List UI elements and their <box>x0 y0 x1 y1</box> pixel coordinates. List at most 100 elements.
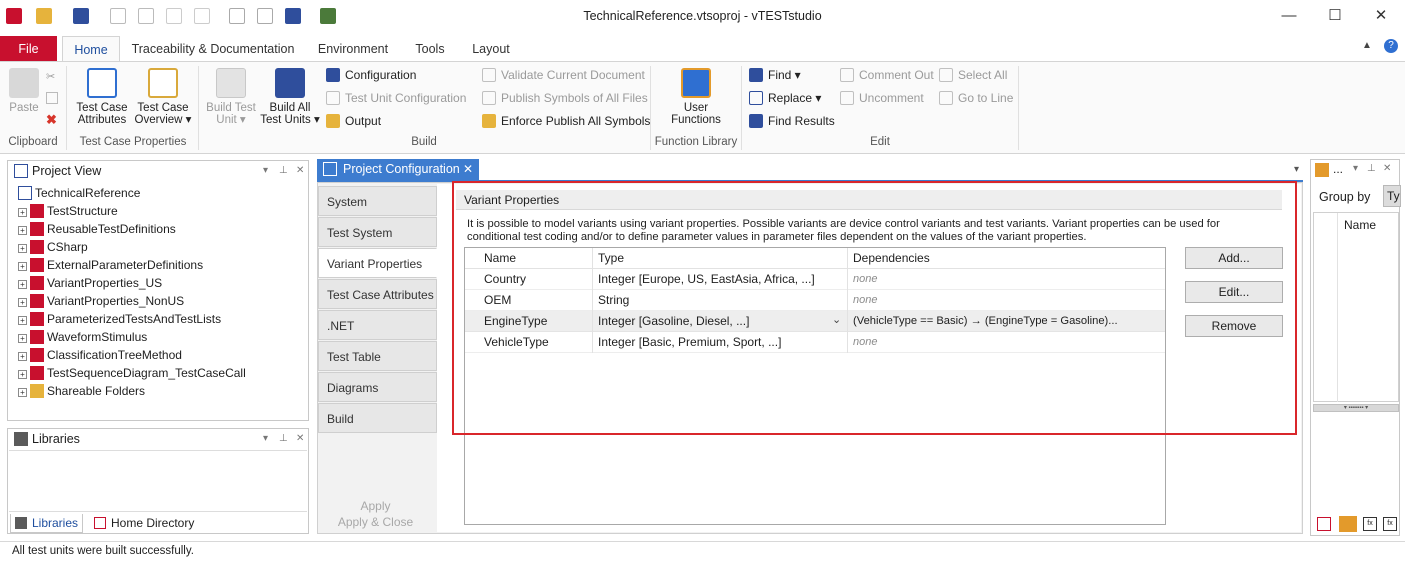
tree-item[interactable]: + VariantProperties_US <box>18 274 162 292</box>
column-header-type[interactable]: Type <box>592 248 847 269</box>
expand-icon[interactable]: + <box>18 334 27 343</box>
comment-out-button[interactable]: Comment Out <box>840 65 934 85</box>
tab-home[interactable]: Home <box>62 36 120 62</box>
tab-traceability[interactable]: Traceability & Documentation <box>128 36 298 62</box>
column-header-name[interactable]: Name <box>479 248 593 269</box>
minimize-button[interactable]: — <box>1266 2 1312 30</box>
apply-button[interactable]: Apply <box>318 499 433 513</box>
expand-icon[interactable]: + <box>18 208 27 217</box>
expand-icon[interactable]: + <box>18 280 27 289</box>
nav-variant-properties[interactable]: Variant Properties <box>318 248 437 278</box>
build-all-test-units-button[interactable]: Build All Test Units ▾ <box>258 68 322 126</box>
panel-close-icon[interactable]: ✕ <box>296 161 304 181</box>
tree-item[interactable]: + TestStructure <box>18 202 118 220</box>
tab-file[interactable]: File <box>0 36 57 62</box>
nav-dotnet[interactable]: .NET <box>318 310 437 340</box>
edit-button[interactable]: Edit... <box>1185 281 1283 303</box>
publish-symbols-button[interactable]: Publish Symbols of All Files <box>482 88 648 108</box>
build-test-unit-button[interactable]: Build Test Unit ▾ <box>202 68 260 126</box>
output-button[interactable]: Output <box>326 111 381 131</box>
tab-libraries[interactable]: Libraries <box>10 514 84 533</box>
configuration-button[interactable]: Configuration <box>326 65 416 85</box>
uncomment-button[interactable]: Uncomment <box>840 88 924 108</box>
column-header-dependencies[interactable]: Dependencies <box>847 248 1165 269</box>
nav-test-table[interactable]: Test Table <box>318 341 437 371</box>
pin-icon[interactable]: ⊥ <box>279 429 288 449</box>
splitter-handle[interactable]: ▾ ▪▪▪▪▪▪▪ ▾ <box>1313 404 1399 412</box>
expand-icon[interactable]: + <box>18 370 27 379</box>
row-type-dropdown[interactable]: Integer [Gasoline, Diesel, ...] <box>592 311 832 332</box>
pin-icon[interactable]: ⊥ <box>279 161 288 181</box>
paste-button[interactable]: Paste <box>6 68 42 114</box>
tab-tools[interactable]: Tools <box>406 36 454 62</box>
expand-icon[interactable]: + <box>18 316 27 325</box>
right-panel-column-name[interactable]: Name <box>1344 218 1376 232</box>
apply-close-button[interactable]: Apply & Close <box>318 515 433 529</box>
expand-icon[interactable]: + <box>18 388 27 397</box>
capl-functions-icon[interactable]: fx <box>1363 517 1377 531</box>
nav-build[interactable]: Build <box>318 403 437 433</box>
tree-item[interactable]: + VariantProperties_NonUS <box>18 292 184 310</box>
tree-item[interactable]: + ParameterizedTestsAndTestLists <box>18 310 221 328</box>
remove-button[interactable]: Remove <box>1185 315 1283 337</box>
nav-system-environment[interactable]: System Environment <box>318 186 437 239</box>
tab-environment[interactable]: Environment <box>310 36 396 62</box>
user-functions-button[interactable]: User Functions <box>664 68 728 126</box>
expand-icon[interactable]: + <box>18 262 27 271</box>
find-results-button[interactable]: Find Results <box>749 111 835 131</box>
validate-document-button[interactable]: Validate Current Document <box>482 65 645 85</box>
close-button[interactable]: ✕ <box>1358 2 1404 30</box>
add-button[interactable]: Add... <box>1185 247 1283 269</box>
row-dependencies: none <box>847 269 1165 290</box>
nav-diagrams[interactable]: Diagrams <box>318 372 437 402</box>
tree-root[interactable]: TechnicalReference <box>18 184 140 202</box>
symbols-icon[interactable] <box>1339 516 1357 532</box>
filter-icon[interactable] <box>1317 517 1331 531</box>
document-tab-close-icon[interactable]: ✕ <box>463 159 473 180</box>
panel-dropdown-icon[interactable]: ▾ <box>263 161 268 181</box>
maximize-button[interactable]: ☐ <box>1312 2 1358 30</box>
tab-layout[interactable]: Layout <box>464 36 518 62</box>
copy-icon[interactable] <box>46 92 58 104</box>
nav-test-case-attributes[interactable]: Test Case Attributes <box>318 279 437 309</box>
enforce-publish-button[interactable]: Enforce Publish All Symbols <box>482 111 650 131</box>
test-unit-icon <box>30 258 44 272</box>
chevron-down-icon[interactable]: ⌄ <box>832 313 841 326</box>
test-unit-configuration-button[interactable]: Test Unit Configuration <box>326 88 466 108</box>
select-all-button[interactable]: Select All <box>939 65 1007 85</box>
delete-icon[interactable]: ✖ <box>46 112 57 128</box>
tab-overflow-icon[interactable]: ▾ <box>1294 164 1299 175</box>
nav-test-system-variables[interactable]: Test System Variables <box>318 217 437 270</box>
find-button[interactable]: Find ▾ <box>749 65 801 85</box>
find-label: Find ▾ <box>768 68 801 82</box>
test-unit-icon <box>30 240 44 254</box>
panel-dropdown-icon[interactable]: ▾ <box>263 429 268 449</box>
expand-icon[interactable]: + <box>18 226 27 235</box>
expand-icon[interactable]: + <box>18 298 27 307</box>
tree-item[interactable]: + ReusableTestDefinitions <box>18 220 176 238</box>
go-to-line-button[interactable]: Go to Line <box>939 88 1013 108</box>
replace-button[interactable]: Replace ▾ <box>749 88 821 108</box>
document-tab-project-configuration[interactable]: Project Configuration ✕ <box>317 159 479 180</box>
tt-functions-icon[interactable]: fx <box>1383 517 1397 531</box>
panel-close-icon[interactable]: ✕ <box>1383 163 1391 174</box>
tree-item[interactable]: + WaveformStimulus <box>18 328 147 346</box>
tree-item[interactable]: + CSharp <box>18 238 88 256</box>
paste-label: Paste <box>9 102 39 114</box>
tab-home-directory[interactable]: Home Directory <box>90 514 198 533</box>
expand-icon[interactable]: + <box>18 244 27 253</box>
help-icon[interactable]: ? <box>1384 39 1398 53</box>
panel-dropdown-icon[interactable]: ▾ <box>1353 163 1358 174</box>
test-case-overview-button[interactable]: Test Case Overview ▾ <box>132 68 194 126</box>
tree-item[interactable]: + TestSequenceDiagram_TestCaseCall <box>18 364 246 382</box>
type-button[interactable]: Ty <box>1383 185 1401 207</box>
pin-icon[interactable]: ⊥ <box>1367 163 1376 174</box>
tree-item[interactable]: + Shareable Folders <box>18 382 145 400</box>
test-case-attributes-button[interactable]: Test Case Attributes <box>74 68 130 126</box>
cut-icon[interactable]: ✂ <box>46 70 58 83</box>
tree-item[interactable]: + ExternalParameterDefinitions <box>18 256 203 274</box>
tree-item[interactable]: + ClassificationTreeMethod <box>18 346 182 364</box>
panel-close-icon[interactable]: ✕ <box>296 429 304 449</box>
expand-icon[interactable]: + <box>18 352 27 361</box>
collapse-ribbon-icon[interactable]: ▲ <box>1362 40 1372 51</box>
